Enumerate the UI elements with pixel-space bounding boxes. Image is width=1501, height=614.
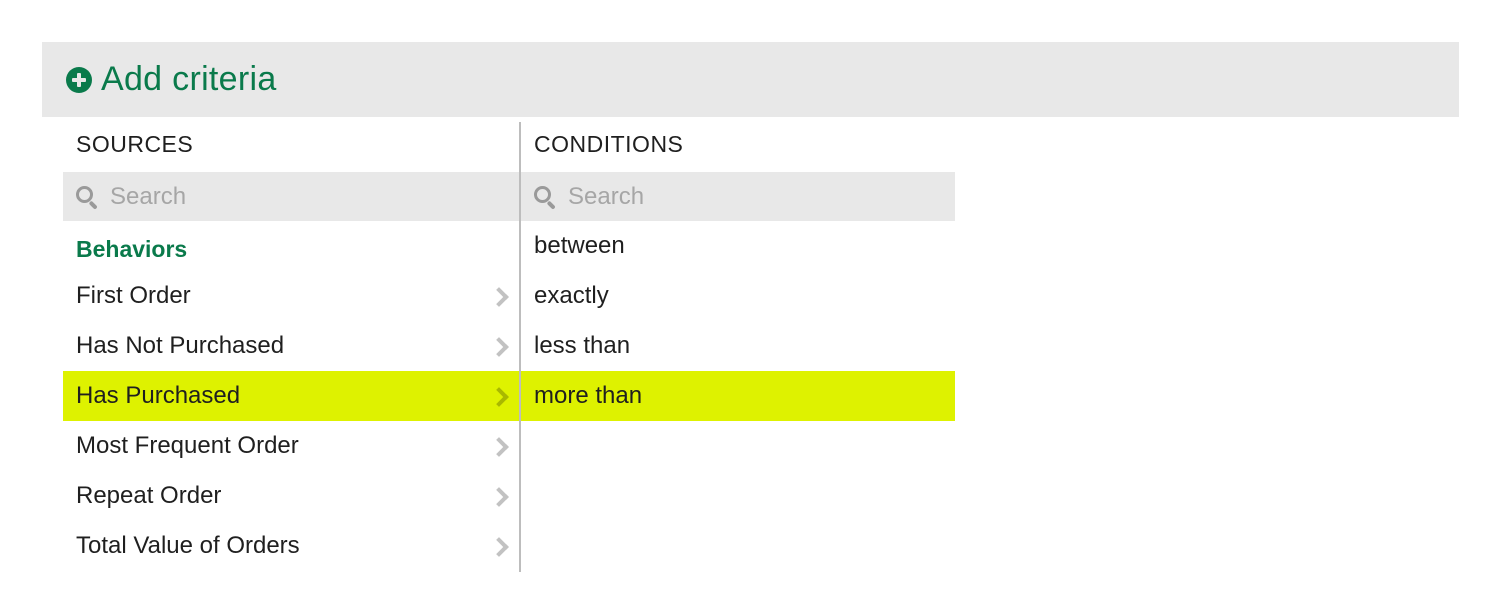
source-item-has-purchased[interactable]: Has Purchased (63, 371, 520, 421)
source-item-label: Total Value of Orders (76, 532, 300, 559)
search-icon (534, 185, 556, 210)
chevron-right-icon (489, 437, 509, 457)
source-item-label: First Order (76, 282, 191, 309)
sources-title: SOURCES (76, 131, 194, 157)
conditions-search-input[interactable] (568, 182, 928, 211)
condition-item-more-than[interactable]: more than (521, 371, 955, 421)
conditions-panel: CONDITIONS between exactly less than mor… (521, 122, 955, 421)
criteria-header: Add criteria (42, 42, 1459, 117)
sources-search (63, 172, 520, 221)
source-item-label: Has Not Purchased (76, 332, 285, 359)
source-item-first-order[interactable]: First Order (63, 271, 520, 321)
source-item-most-frequent-order[interactable]: Most Frequent Order (63, 421, 520, 471)
chevron-right-icon (489, 387, 509, 407)
condition-item-label: between (534, 232, 625, 259)
condition-item-label: exactly (534, 282, 609, 309)
source-item-repeat-order[interactable]: Repeat Order (63, 471, 520, 521)
condition-item-label: less than (534, 332, 631, 359)
source-item-has-not-purchased[interactable]: Has Not Purchased (63, 321, 520, 371)
sources-search-input[interactable] (110, 182, 470, 211)
source-item-label: Repeat Order (76, 482, 222, 509)
plus-circle-icon (66, 66, 92, 93)
source-item-label: Has Purchased (76, 382, 241, 409)
source-item-label: Most Frequent Order (76, 432, 299, 459)
source-item-total-value-of-orders[interactable]: Total Value of Orders (63, 521, 520, 571)
condition-item-less-than[interactable]: less than (521, 321, 955, 371)
sources-panel: SOURCES Behaviors First Order Has Not Pu… (63, 122, 520, 571)
add-criteria-button[interactable]: Add criteria (66, 60, 277, 99)
chevron-right-icon (489, 487, 509, 507)
condition-item-between[interactable]: between (521, 221, 955, 271)
chevron-right-icon (489, 537, 509, 557)
condition-item-label: more than (534, 382, 643, 409)
conditions-search (521, 172, 955, 221)
chevron-right-icon (489, 287, 509, 307)
add-criteria-label: Add criteria (101, 60, 277, 98)
conditions-title: CONDITIONS (534, 131, 684, 157)
condition-item-exactly[interactable]: exactly (521, 271, 955, 321)
search-icon (76, 185, 98, 210)
chevron-right-icon (489, 337, 509, 357)
group-label-behaviors: Behaviors (76, 236, 188, 262)
